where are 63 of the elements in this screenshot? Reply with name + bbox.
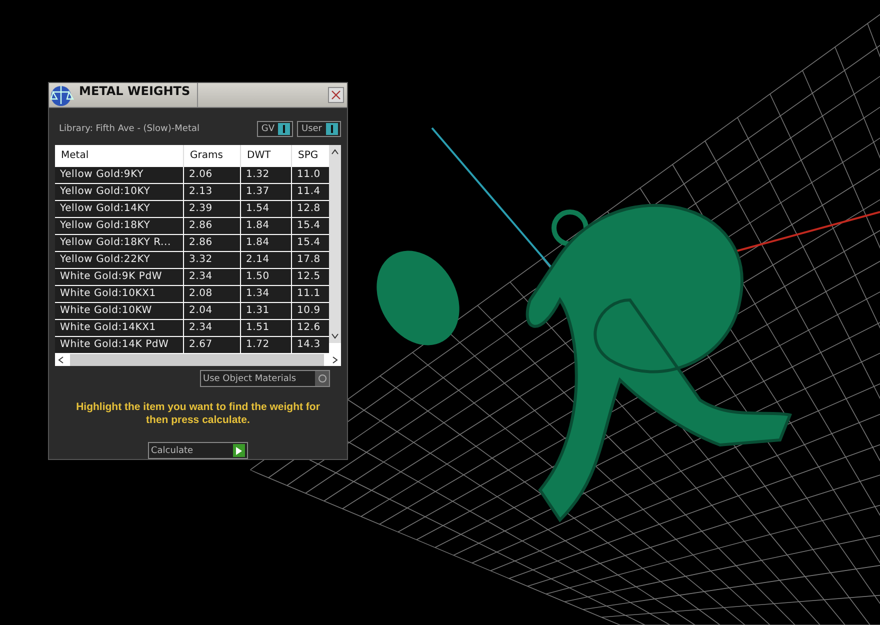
table-cell: Yellow Gold:14KY — [55, 201, 184, 217]
table-cell: 17.8 — [292, 252, 329, 268]
table-cell: Yellow Gold:18KY — [55, 218, 184, 234]
table-cell: White Gold:14K PdW — [55, 337, 184, 353]
table-cell: White Gold:10KX1 — [55, 286, 184, 302]
table-cell: 1.34 — [241, 286, 292, 302]
table-cell: 2.86 — [184, 218, 241, 234]
table-cell: 1.31 — [241, 303, 292, 319]
table-cell: 11.4 — [292, 184, 329, 200]
table-cell: 14.3 — [292, 337, 329, 353]
panel-title: METAL WEIGHTS — [75, 83, 198, 107]
right-caret-icon[interactable] — [332, 356, 338, 364]
table-cell: 2.86 — [184, 235, 241, 251]
table-cell: 1.32 — [241, 167, 292, 183]
table-cell: 1.51 — [241, 320, 292, 336]
table-cell: White Gold:9K PdW — [55, 269, 184, 285]
table-cell: 2.34 — [184, 269, 241, 285]
table-cell: 12.6 — [292, 320, 329, 336]
table-cell: 10.9 — [292, 303, 329, 319]
table-cell: 2.13 — [184, 184, 241, 200]
table-cell: 12.8 — [292, 201, 329, 217]
horizontal-scrollbar[interactable] — [55, 354, 341, 366]
toggle-button[interactable]: User — [297, 121, 341, 137]
table-cell: 11.1 — [292, 286, 329, 302]
table-cell: 2.34 — [184, 320, 241, 336]
table-cell: 2.39 — [184, 201, 241, 217]
instruction-text: Highlight the item you want to find the weight for then press calculate. — [75, 401, 321, 427]
table-cell: 2.06 — [184, 167, 241, 183]
table-cell: White Gold:14KX1 — [55, 320, 184, 336]
table-cell: 1.50 — [241, 269, 292, 285]
table-cell: White Gold:10KW — [55, 303, 184, 319]
table-cell: 2.04 — [184, 303, 241, 319]
table-cell: 1.37 — [241, 184, 292, 200]
table-cell: 2.08 — [184, 286, 241, 302]
calculate-button[interactable]: Calculate — [148, 442, 248, 459]
table-cell: 1.72 — [241, 337, 292, 353]
table-cell: 15.4 — [292, 218, 329, 234]
library-label: Library: Fifth Ave - (Slow)-Metal — [59, 124, 200, 134]
down-caret-icon[interactable] — [331, 333, 339, 339]
table-cell: 12.5 — [292, 269, 329, 285]
close-button[interactable] — [328, 87, 344, 103]
vertical-scrollbar[interactable] — [329, 145, 341, 343]
table-cell: Yellow Gold:22KY — [55, 252, 184, 268]
table-cell: Yellow Gold:18KY R... — [55, 235, 184, 251]
toggle-indicator-icon — [331, 125, 333, 133]
toggle-indicator-icon — [283, 125, 286, 133]
play-icon — [236, 446, 242, 454]
table-cell: 15.4 — [292, 235, 329, 251]
table-cell: 2.14 — [241, 252, 292, 268]
table-cell: 1.84 — [241, 218, 292, 234]
table-cell: 1.54 — [241, 201, 292, 217]
up-caret-icon[interactable] — [331, 149, 339, 155]
table-cell: 2.67 — [184, 337, 241, 353]
table-cell: 1.84 — [241, 235, 292, 251]
table-cell: Yellow Gold:9KY — [55, 167, 184, 183]
table-cell: Yellow Gold:10KY — [55, 184, 184, 200]
close-icon — [331, 90, 341, 100]
use-object-materials-toggle[interactable]: Use Object Materials — [200, 370, 330, 387]
left-caret-icon[interactable] — [58, 356, 64, 364]
toggle-button[interactable]: GV — [257, 121, 294, 137]
table-cell: 11.0 — [292, 167, 329, 183]
table-cell: 3.32 — [184, 252, 241, 268]
scale-logo-icon — [49, 84, 75, 106]
